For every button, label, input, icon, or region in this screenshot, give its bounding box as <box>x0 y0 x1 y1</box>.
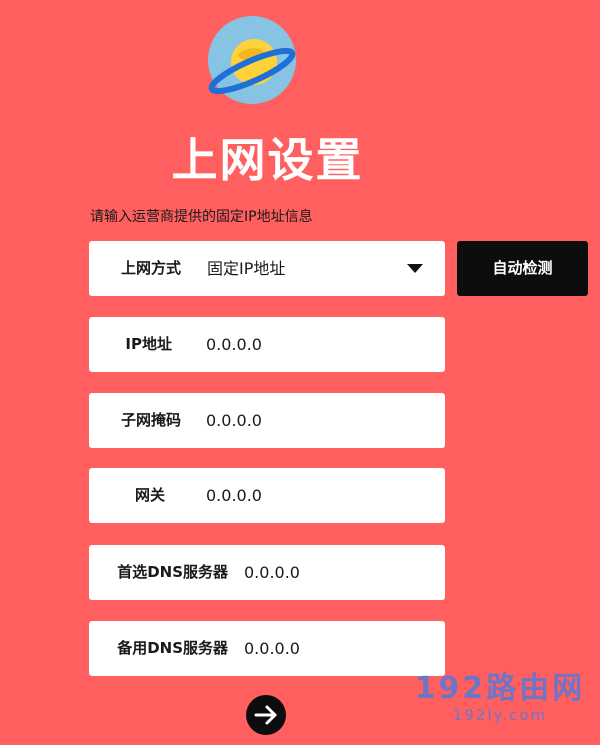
subnet-mask-input[interactable]: 0.0.0.0 <box>206 393 262 448</box>
subnet-mask-field[interactable]: 子网掩码 0.0.0.0 <box>89 393 445 448</box>
secondary-dns-field[interactable]: 备用DNS服务器 0.0.0.0 <box>89 621 445 676</box>
watermark: 192路由网 192ly.com <box>400 671 600 725</box>
secondary-dns-label: 备用DNS服务器 <box>117 639 228 657</box>
connection-type-select[interactable]: 上网方式 固定IP地址 <box>89 241 445 296</box>
gateway-input[interactable]: 0.0.0.0 <box>206 468 262 523</box>
subnet-mask-label: 子网掩码 <box>120 411 181 429</box>
instruction-text: 请输入运营商提供的固定IP地址信息 <box>90 209 313 225</box>
connection-type-label: 上网方式 <box>120 259 181 277</box>
primary-dns-input[interactable]: 0.0.0.0 <box>244 545 300 600</box>
watermark-sub-text: 192ly.com <box>452 706 548 724</box>
secondary-dns-input[interactable]: 0.0.0.0 <box>244 621 300 676</box>
primary-dns-label: 首选DNS服务器 <box>117 563 228 581</box>
watermark-main-text: 192路由网 <box>414 671 586 706</box>
arrow-right-icon <box>254 705 277 725</box>
ip-address-field[interactable]: IP地址 0.0.0.0 <box>89 317 445 372</box>
primary-dns-field[interactable]: 首选DNS服务器 0.0.0.0 <box>89 545 445 600</box>
planet-logo-icon <box>208 16 296 104</box>
ip-address-label: IP地址 <box>125 335 172 353</box>
ip-address-input[interactable]: 0.0.0.0 <box>206 317 262 372</box>
auto-detect-button[interactable]: 自动检测 <box>457 241 588 296</box>
chevron-down-icon[interactable] <box>407 264 423 273</box>
gateway-label: 网关 <box>134 486 165 504</box>
next-button[interactable] <box>246 695 286 735</box>
page-title: 上网设置 <box>171 133 364 187</box>
gateway-field[interactable]: 网关 0.0.0.0 <box>89 468 445 523</box>
connection-type-value: 固定IP地址 <box>207 259 286 278</box>
